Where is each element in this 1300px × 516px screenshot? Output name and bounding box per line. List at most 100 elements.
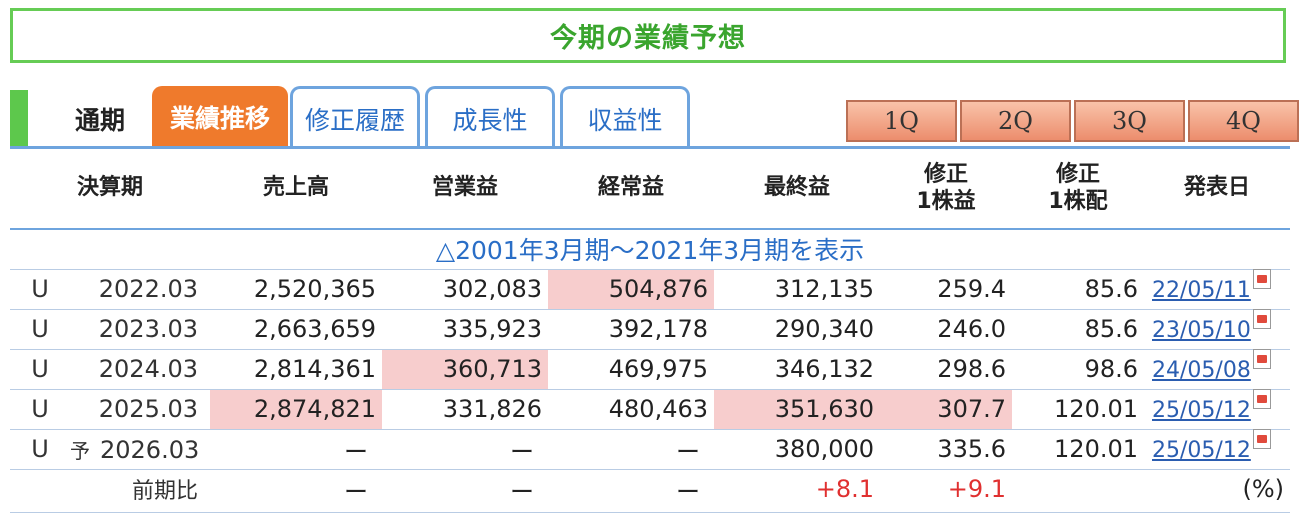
header-eps-line1: 修正 <box>924 162 969 188</box>
row-date-link[interactable]: 23/05/10 <box>1152 318 1251 343</box>
pdf-icon[interactable] <box>1252 389 1271 409</box>
row-period: 2024.03 <box>70 348 211 389</box>
row-date-link[interactable]: 22/05/11 <box>1152 278 1251 303</box>
row-date-cell: 23/05/10 <box>1144 308 1291 349</box>
pdf-icon[interactable] <box>1252 349 1271 369</box>
row-dps: 120.01 <box>1012 428 1145 469</box>
row-operating: ー <box>382 428 549 469</box>
row-period: 2025.03 <box>70 388 211 429</box>
row-dps: 120.01 <box>1012 388 1145 429</box>
row-sales: ー <box>210 428 383 469</box>
header-period: 決算期 <box>77 175 144 201</box>
row-period-cell: 予 2026.03 <box>70 428 211 469</box>
table-header: 決算期 売上高 営業益 経常益 最終益 修正 1株益 修正 1株配 発表日 <box>10 149 1291 229</box>
row-period: 2026.03 <box>100 435 200 464</box>
row-date-link[interactable]: 25/05/12 <box>1152 438 1251 463</box>
row-ordinary: 392,178 <box>548 308 715 349</box>
results-table: 決算期 売上高 営業益 経常益 最終益 修正 1株益 修正 1株配 発表日 △200… <box>10 149 1291 509</box>
pdf-icon[interactable] <box>1252 309 1271 329</box>
header-dps-line1: 修正 <box>1056 162 1101 188</box>
table-row: U 2022.03 2,520,365 302,083 504,876 312,… <box>10 268 1291 309</box>
quarter-button-4q[interactable]: 4Q <box>1188 100 1299 142</box>
row-ordinary: ー <box>548 428 715 469</box>
row-mark: U <box>10 428 70 469</box>
quarter-button-1q[interactable]: 1Q <box>846 100 957 142</box>
row-date-cell: 25/05/12 <box>1144 388 1291 429</box>
row-net: 380,000 <box>714 428 881 469</box>
compare-label: 前期比 <box>70 468 211 509</box>
row-sales: 2,814,361 <box>210 348 383 389</box>
row-net: 290,340 <box>714 308 881 349</box>
bottom-divider <box>10 512 1290 513</box>
quarter-buttons: 1Q 2Q 3Q 4Q <box>846 100 1300 142</box>
tab-marker <box>10 90 28 148</box>
header-dps: 修正 1株配 <box>1012 149 1144 229</box>
tab-performance[interactable]: 業績推移 <box>152 86 288 148</box>
row-eps: 259.4 <box>880 268 1013 309</box>
row-operating: 331,826 <box>382 388 549 429</box>
row-operating: 302,083 <box>382 268 549 309</box>
compare-dps <box>1012 468 1145 509</box>
compare-net: +8.1 <box>714 468 881 509</box>
row-mark: U <box>10 268 70 309</box>
quarter-button-2q[interactable]: 2Q <box>960 100 1071 142</box>
row-mark: U <box>10 348 70 389</box>
row-period: 2022.03 <box>70 268 211 309</box>
row-date-cell: 24/05/08 <box>1144 348 1291 389</box>
history-toggle-link[interactable]: △2001年3月期～2021年3月期を表示 <box>10 228 1291 269</box>
row-ordinary: 480,463 <box>548 388 715 429</box>
row-mark: U <box>10 388 70 429</box>
tabs-row: 通期 業績推移 修正履歴 成長性 収益性 1Q 2Q 3Q 4Q <box>10 82 1299 148</box>
row-date-cell: 25/05/12 <box>1144 428 1291 469</box>
row-date-link[interactable]: 24/05/08 <box>1152 358 1251 383</box>
header-eps: 修正 1株益 <box>880 149 1012 229</box>
tab-growth[interactable]: 成長性 <box>425 86 555 148</box>
table-row: U 2025.03 2,874,821 331,826 480,463 351,… <box>10 388 1291 429</box>
header-eps-line2: 1株益 <box>916 188 976 214</box>
header-sales: 売上高 <box>263 175 330 201</box>
row-net: 312,135 <box>714 268 881 309</box>
row-date-cell: 22/05/11 <box>1144 268 1291 309</box>
header-operating: 営業益 <box>432 175 499 201</box>
pdf-icon[interactable] <box>1252 269 1271 289</box>
row-eps: 307.7 <box>880 388 1013 429</box>
row-ordinary: 504,876 <box>548 268 715 309</box>
header-net: 最終益 <box>764 175 831 201</box>
tab-revision-history[interactable]: 修正履歴 <box>290 86 420 148</box>
row-operating: 360,713 <box>382 348 549 389</box>
page-title: 今期の業績予想 <box>550 23 746 54</box>
compare-mark <box>10 468 70 509</box>
row-dps: 85.6 <box>1012 308 1145 349</box>
row-eps: 298.6 <box>880 348 1013 389</box>
row-sales: 2,874,821 <box>210 388 383 429</box>
row-sales: 2,520,365 <box>210 268 383 309</box>
table-row: U 予 2026.03 ー ー ー 380,000 335.6 120.01 25… <box>10 428 1291 469</box>
pdf-icon[interactable] <box>1252 429 1271 449</box>
compare-sales: ー <box>210 468 383 509</box>
row-sales: 2,663,659 <box>210 308 383 349</box>
row-eps: 246.0 <box>880 308 1013 349</box>
row-net: 346,132 <box>714 348 881 389</box>
row-eps: 335.6 <box>880 428 1013 469</box>
forecast-badge: 予 <box>70 438 90 463</box>
table-row: U 2023.03 2,663,659 335,923 392,178 290,… <box>10 308 1291 349</box>
tab-profitability[interactable]: 収益性 <box>560 86 690 148</box>
compare-row: 前期比 ー ー ー +8.1 +9.1 (%) <box>10 468 1291 509</box>
header-dps-line2: 1株配 <box>1048 188 1108 214</box>
history-toggle-row: △2001年3月期～2021年3月期を表示 <box>10 228 1291 269</box>
table-row: U 2024.03 2,814,361 360,713 469,975 346,… <box>10 348 1291 389</box>
compare-operating: ー <box>382 468 549 509</box>
row-mark: U <box>10 308 70 349</box>
row-operating: 335,923 <box>382 308 549 349</box>
row-net: 351,630 <box>714 388 881 429</box>
header-ordinary: 経常益 <box>598 175 665 201</box>
row-dps: 98.6 <box>1012 348 1145 389</box>
row-period: 2023.03 <box>70 308 211 349</box>
title-box: 今期の業績予想 <box>10 8 1286 63</box>
compare-eps: +9.1 <box>880 468 1013 509</box>
tab-current-label: 通期 <box>74 106 125 135</box>
row-ordinary: 469,975 <box>548 348 715 389</box>
row-date-link[interactable]: 25/05/12 <box>1152 398 1251 423</box>
compare-ordinary: ー <box>548 468 715 509</box>
quarter-button-3q[interactable]: 3Q <box>1074 100 1185 142</box>
